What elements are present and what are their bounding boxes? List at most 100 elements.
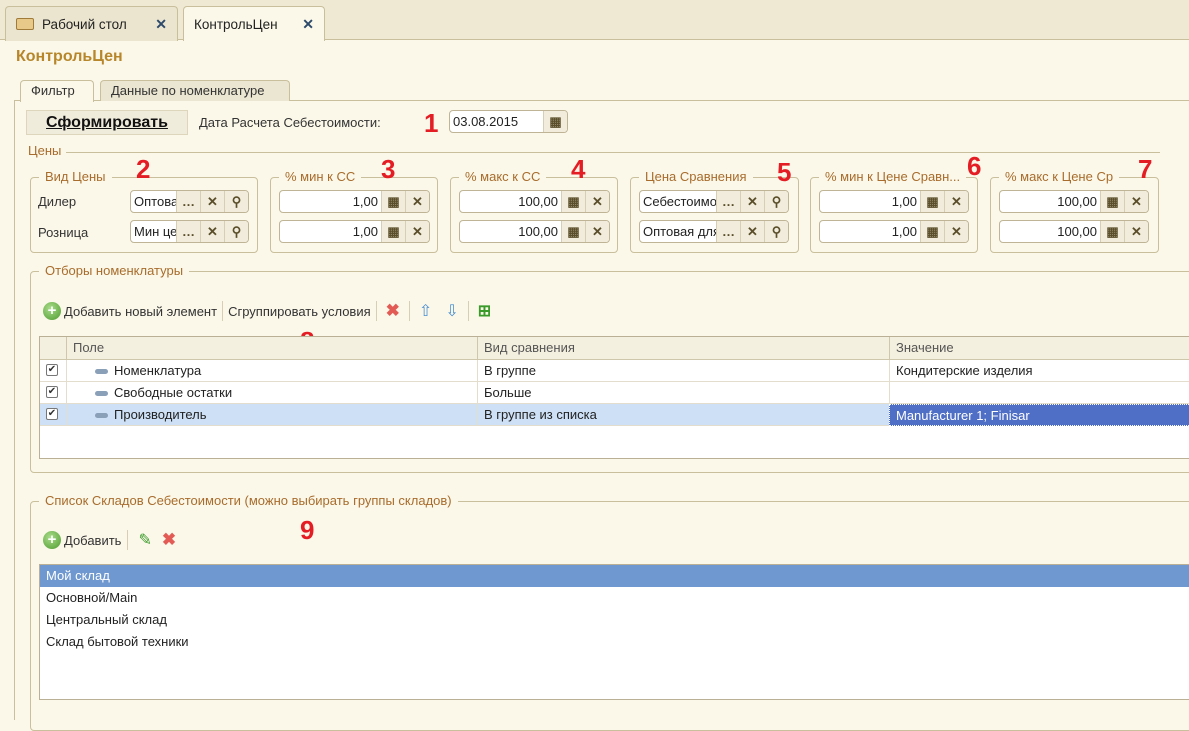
clear-icon[interactable]: ✕ [740, 191, 764, 212]
generate-button[interactable]: Сформировать [26, 110, 188, 135]
annotation-9: 9 [300, 515, 315, 545]
field-value[interactable]: 1,00 [280, 221, 381, 242]
column-header-comparison[interactable]: Вид сравнения [477, 337, 889, 359]
group-conditions-button[interactable]: Сгруппировать условия [228, 304, 371, 319]
delete-icon[interactable]: ✖ [162, 530, 176, 550]
field-value[interactable]: Мин цена [131, 221, 176, 242]
add-warehouse-button[interactable]: + Добавить [43, 531, 121, 549]
cell-value[interactable]: Manufacturer 1; Finisar [889, 404, 1189, 426]
field-value[interactable]: 100,00 [1000, 191, 1100, 212]
search-icon[interactable]: ⚲ [224, 191, 248, 212]
search-icon[interactable]: ⚲ [224, 221, 248, 242]
table-row-selected[interactable]: ✔ Производитель В группе из списка Manuf… [40, 404, 1189, 426]
move-down-icon[interactable]: ⇩ [445, 301, 458, 321]
field-value[interactable]: 1,00 [820, 221, 920, 242]
tab-filter[interactable]: Фильтр [20, 80, 94, 102]
list-item[interactable]: Склад бытовой техники [40, 631, 1189, 653]
field-value[interactable]: 1,00 [820, 191, 920, 212]
separator [127, 530, 129, 550]
row-checkbox[interactable]: ✔ [46, 364, 58, 376]
close-icon[interactable]: ✕ [155, 16, 167, 33]
max-cc-retail-field[interactable]: 100,00 ▦ ✕ [459, 220, 610, 243]
clear-icon[interactable]: ✕ [585, 191, 609, 212]
calculator-icon[interactable]: ▦ [561, 221, 585, 242]
list-item[interactable]: Центральный склад [40, 609, 1189, 631]
clear-icon[interactable]: ✕ [944, 191, 968, 212]
min-compare-retail-field[interactable]: 1,00 ▦ ✕ [819, 220, 969, 243]
add-element-button[interactable]: + Добавить новый элемент [43, 302, 217, 320]
column-header-value[interactable]: Значение [889, 337, 1189, 359]
ellipsis-icon[interactable]: … [176, 191, 200, 212]
cell-comparison[interactable]: В группе [477, 360, 889, 382]
button-label: Добавить новый элемент [64, 303, 218, 319]
max-cc-dealer-field[interactable]: 100,00 ▦ ✕ [459, 190, 610, 213]
field-value[interactable]: 100,00 [460, 191, 561, 212]
table-row[interactable]: ✔ Номенклатура В группе Кондитерские изд… [40, 360, 1189, 382]
cell-comparison[interactable]: Больше [477, 382, 889, 404]
date-field[interactable]: 03.08.2015 ▦ [449, 110, 568, 133]
row-checkbox[interactable]: ✔ [46, 408, 58, 420]
clear-icon[interactable]: ✕ [405, 221, 429, 242]
max-compare-retail-field[interactable]: 100,00 ▦ ✕ [999, 220, 1149, 243]
field-value[interactable]: Себестоимость [640, 191, 716, 212]
clear-icon[interactable]: ✕ [1124, 221, 1148, 242]
compare-price-dealer-field[interactable]: Себестоимость…✕⚲ [639, 190, 789, 213]
annotation-5: 5 [777, 157, 792, 187]
settings-add-icon[interactable]: ⊞ [478, 301, 491, 321]
calculator-icon[interactable]: ▦ [1100, 221, 1124, 242]
calculator-icon[interactable]: ▦ [1100, 191, 1124, 212]
clear-icon[interactable]: ✕ [944, 221, 968, 242]
list-item-selected[interactable]: Мой склад [40, 565, 1189, 587]
column-header-field[interactable]: Поле [66, 337, 477, 359]
calculator-icon[interactable]: ▦ [561, 191, 585, 212]
add-icon: + [43, 531, 61, 549]
tab-desktop[interactable]: Рабочий стол ✕ [5, 6, 178, 41]
compare-price-retail-field[interactable]: Оптовая для… ✕ ⚲ [639, 220, 789, 243]
field-value[interactable]: Оптовая для [640, 221, 716, 242]
clear-icon[interactable]: ✕ [585, 221, 609, 242]
window-tab-bar [0, 0, 1189, 40]
ellipsis-icon[interactable]: … [716, 221, 740, 242]
max-compare-dealer-field[interactable]: 100,00 ▦ ✕ [999, 190, 1149, 213]
clear-icon[interactable]: ✕ [740, 221, 764, 242]
button-label: Добавить [64, 532, 122, 548]
delete-icon[interactable]: ✖ [386, 301, 400, 321]
separator [375, 301, 377, 321]
cell-value[interactable] [889, 382, 1189, 404]
calculator-icon[interactable]: ▦ [381, 221, 405, 242]
clear-icon[interactable]: ✕ [200, 221, 224, 242]
min-cc-dealer-field[interactable]: 1,00 ▦ ✕ [279, 190, 430, 213]
clear-icon[interactable]: ✕ [405, 191, 429, 212]
field-value[interactable]: 100,00 [460, 221, 561, 242]
cell-comparison[interactable]: В группе из списка [477, 404, 889, 426]
ellipsis-icon[interactable]: … [176, 221, 200, 242]
clear-icon[interactable]: ✕ [1124, 191, 1148, 212]
clear-icon[interactable]: ✕ [200, 191, 224, 212]
search-icon[interactable]: ⚲ [764, 221, 788, 242]
retail-price-type-field[interactable]: Мин цена …✕⚲ [130, 220, 249, 243]
dealer-label: Дилер [38, 194, 77, 209]
list-item[interactable]: Основной/Main [40, 587, 1189, 609]
calculator-icon[interactable]: ▦ [920, 221, 944, 242]
move-up-icon[interactable]: ⇧ [419, 301, 432, 321]
calculator-icon[interactable]: ▦ [381, 191, 405, 212]
calculator-icon[interactable]: ▦ [920, 191, 944, 212]
cell-value[interactable]: Кондитерские изделия [889, 360, 1189, 382]
min-compare-dealer-field[interactable]: 1,00 ▦ ✕ [819, 190, 969, 213]
field-value[interactable]: 1,00 [280, 191, 381, 212]
tab-price-control[interactable]: КонтрольЦен ✕ [183, 6, 325, 41]
search-icon[interactable]: ⚲ [764, 191, 788, 212]
min-cc-retail-field[interactable]: 1,00 ▦ ✕ [279, 220, 430, 243]
row-checkbox[interactable]: ✔ [46, 386, 58, 398]
close-icon[interactable]: ✕ [302, 16, 314, 33]
ellipsis-icon[interactable]: … [716, 191, 740, 212]
tab-item-data[interactable]: Данные по номенклатуре [100, 80, 290, 101]
field-value[interactable]: 100,00 [1000, 221, 1100, 242]
field-value[interactable]: Оптовая [131, 191, 176, 212]
date-input[interactable]: 03.08.2015 [450, 111, 543, 132]
dealer-price-type-field[interactable]: Оптовая …✕⚲ [130, 190, 249, 213]
tab-label: КонтрольЦен [194, 16, 278, 32]
edit-icon[interactable]: ✎ [138, 530, 151, 550]
calendar-icon[interactable]: ▦ [543, 111, 567, 132]
table-row[interactable]: ✔ Свободные остатки Больше [40, 382, 1189, 404]
